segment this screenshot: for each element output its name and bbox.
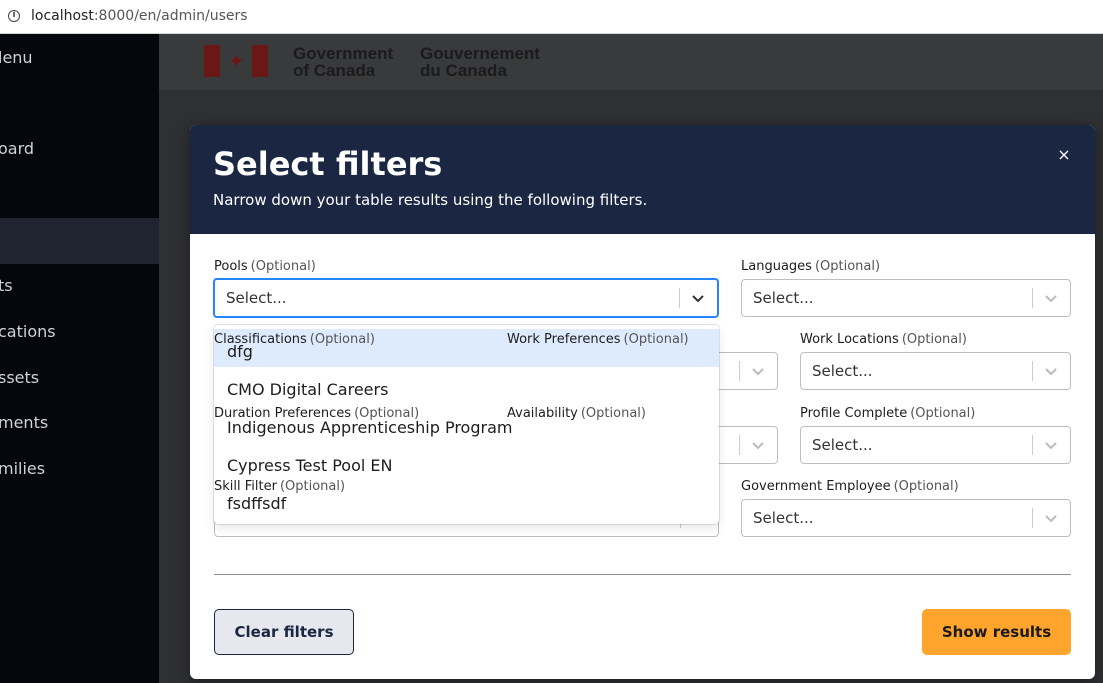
classifications-label: Classifications (Optional) bbox=[214, 332, 375, 347]
chevron-down-icon[interactable] bbox=[691, 290, 705, 304]
pools-placeholder: Select... bbox=[226, 289, 287, 307]
languages-placeholder: Select... bbox=[753, 289, 814, 307]
pools-select[interactable]: Select... bbox=[213, 278, 719, 318]
sidebar-item-assets[interactable]: ssets bbox=[0, 368, 39, 387]
work-locations-select[interactable]: Select... bbox=[800, 352, 1071, 390]
chevron-down-icon[interactable] bbox=[1044, 290, 1058, 304]
optional-tag: (Optional) bbox=[910, 406, 976, 421]
languages-label: Languages (Optional) bbox=[741, 259, 880, 274]
languages-select[interactable]: Select... bbox=[741, 279, 1071, 317]
optional-tag: (Optional) bbox=[580, 406, 646, 421]
chevron-down-icon[interactable] bbox=[1044, 510, 1058, 524]
select-separator bbox=[739, 361, 740, 381]
chevron-down-icon[interactable] bbox=[1044, 363, 1058, 377]
duration-preferences-label-text: Duration Preferences bbox=[214, 406, 352, 421]
optional-tag: (Optional) bbox=[279, 479, 346, 494]
sidebar-item-menu[interactable]: lenu bbox=[0, 48, 33, 67]
select-separator bbox=[1032, 288, 1033, 308]
pools-option[interactable]: CMO Digital Careers bbox=[214, 367, 719, 405]
pools-label-text: Pools bbox=[214, 259, 248, 274]
optional-tag: (Optional) bbox=[309, 332, 375, 347]
government-employee-label: Government Employee (Optional) bbox=[741, 479, 959, 494]
profile-complete-label-text: Profile Complete bbox=[800, 406, 908, 421]
clear-filters-button[interactable]: Clear filters bbox=[214, 609, 354, 655]
gov-wordmark-en: Government of Canada bbox=[293, 45, 393, 79]
dialog-header: Select filters Narrow down your table re… bbox=[190, 125, 1095, 234]
select-separator bbox=[1032, 435, 1033, 455]
dialog-subtitle: Narrow down your table results using the… bbox=[213, 191, 648, 209]
select-separator bbox=[1032, 508, 1033, 528]
classifications-label-text: Classifications bbox=[214, 332, 307, 347]
url-text[interactable]: localhost:8000/en/admin/users bbox=[31, 8, 248, 24]
duration-preferences-label: Duration Preferences (Optional) bbox=[214, 406, 419, 421]
pools-dropdown-menu: dfg CMO Digital Careers Indigenous Appre… bbox=[214, 325, 719, 524]
sidebar: lenu oard ts cations ssets ments milies bbox=[0, 34, 159, 683]
optional-tag: (Optional) bbox=[354, 406, 420, 421]
select-separator bbox=[1032, 361, 1033, 381]
gov-fr-line1: Gouvernement bbox=[420, 44, 540, 63]
optional-tag: (Optional) bbox=[814, 259, 881, 274]
skill-filter-label: Skill Filter (Optional) bbox=[214, 479, 345, 494]
availability-label-text: Availability bbox=[507, 406, 578, 421]
footer-divider bbox=[214, 574, 1071, 575]
sidebar-active-highlight bbox=[0, 218, 159, 264]
optional-tag: (Optional) bbox=[623, 332, 689, 347]
government-employee-select[interactable]: Select... bbox=[741, 499, 1071, 537]
skill-filter-label-text: Skill Filter bbox=[214, 479, 277, 494]
languages-label-text: Languages bbox=[741, 259, 812, 274]
gov-en-line1: Government bbox=[293, 44, 394, 63]
optional-tag: (Optional) bbox=[250, 259, 316, 274]
browser-url-bar[interactable]: i localhost:8000/en/admin/users bbox=[0, 0, 1103, 34]
canada-flag-icon: ✦ bbox=[204, 45, 268, 77]
chevron-down-icon[interactable] bbox=[751, 437, 765, 451]
select-separator bbox=[679, 288, 680, 308]
work-locations-placeholder: Select... bbox=[812, 362, 873, 380]
chevron-down-icon[interactable] bbox=[751, 363, 765, 377]
site-info-icon[interactable]: i bbox=[8, 10, 20, 22]
work-locations-label: Work Locations (Optional) bbox=[800, 332, 967, 347]
url-path: :8000/en/admin/users bbox=[93, 8, 248, 24]
chevron-down-icon[interactable] bbox=[1044, 437, 1058, 451]
sidebar-item-classifications[interactable]: cations bbox=[0, 322, 56, 341]
profile-complete-select[interactable]: Select... bbox=[800, 426, 1071, 464]
government-employee-placeholder: Select... bbox=[753, 509, 814, 527]
work-locations-label-text: Work Locations bbox=[800, 332, 899, 347]
availability-label: Availability (Optional) bbox=[507, 406, 646, 421]
work-preferences-label: Work Preferences (Optional) bbox=[507, 332, 689, 347]
sidebar-item-dashboard[interactable]: oard bbox=[0, 139, 34, 158]
profile-complete-placeholder: Select... bbox=[812, 436, 873, 454]
select-separator bbox=[739, 435, 740, 455]
select-filters-dialog: Select filters Narrow down your table re… bbox=[190, 125, 1095, 679]
gov-en-line2: of Canada bbox=[293, 61, 376, 80]
gov-wordmark-fr: Gouvernement du Canada bbox=[420, 45, 540, 79]
government-employee-label-text: Government Employee bbox=[741, 479, 891, 494]
optional-tag: (Optional) bbox=[901, 332, 967, 347]
sidebar-item-requests[interactable]: ts bbox=[0, 276, 13, 295]
pools-label: Pools (Optional) bbox=[214, 259, 316, 274]
dialog-title: Select filters bbox=[213, 145, 443, 183]
sidebar-item-departments[interactable]: ments bbox=[0, 413, 48, 432]
work-preferences-label-text: Work Preferences bbox=[507, 332, 621, 347]
optional-tag: (Optional) bbox=[893, 479, 959, 494]
close-icon[interactable]: × bbox=[1056, 147, 1072, 163]
url-host: localhost bbox=[31, 8, 94, 24]
pools-option[interactable]: Cypress Test Pool EN bbox=[214, 443, 719, 481]
gov-fr-line2: du Canada bbox=[420, 61, 507, 80]
show-results-button[interactable]: Show results bbox=[922, 609, 1071, 655]
profile-complete-label: Profile Complete (Optional) bbox=[800, 406, 975, 421]
sidebar-item-skill-families[interactable]: milies bbox=[0, 459, 45, 478]
